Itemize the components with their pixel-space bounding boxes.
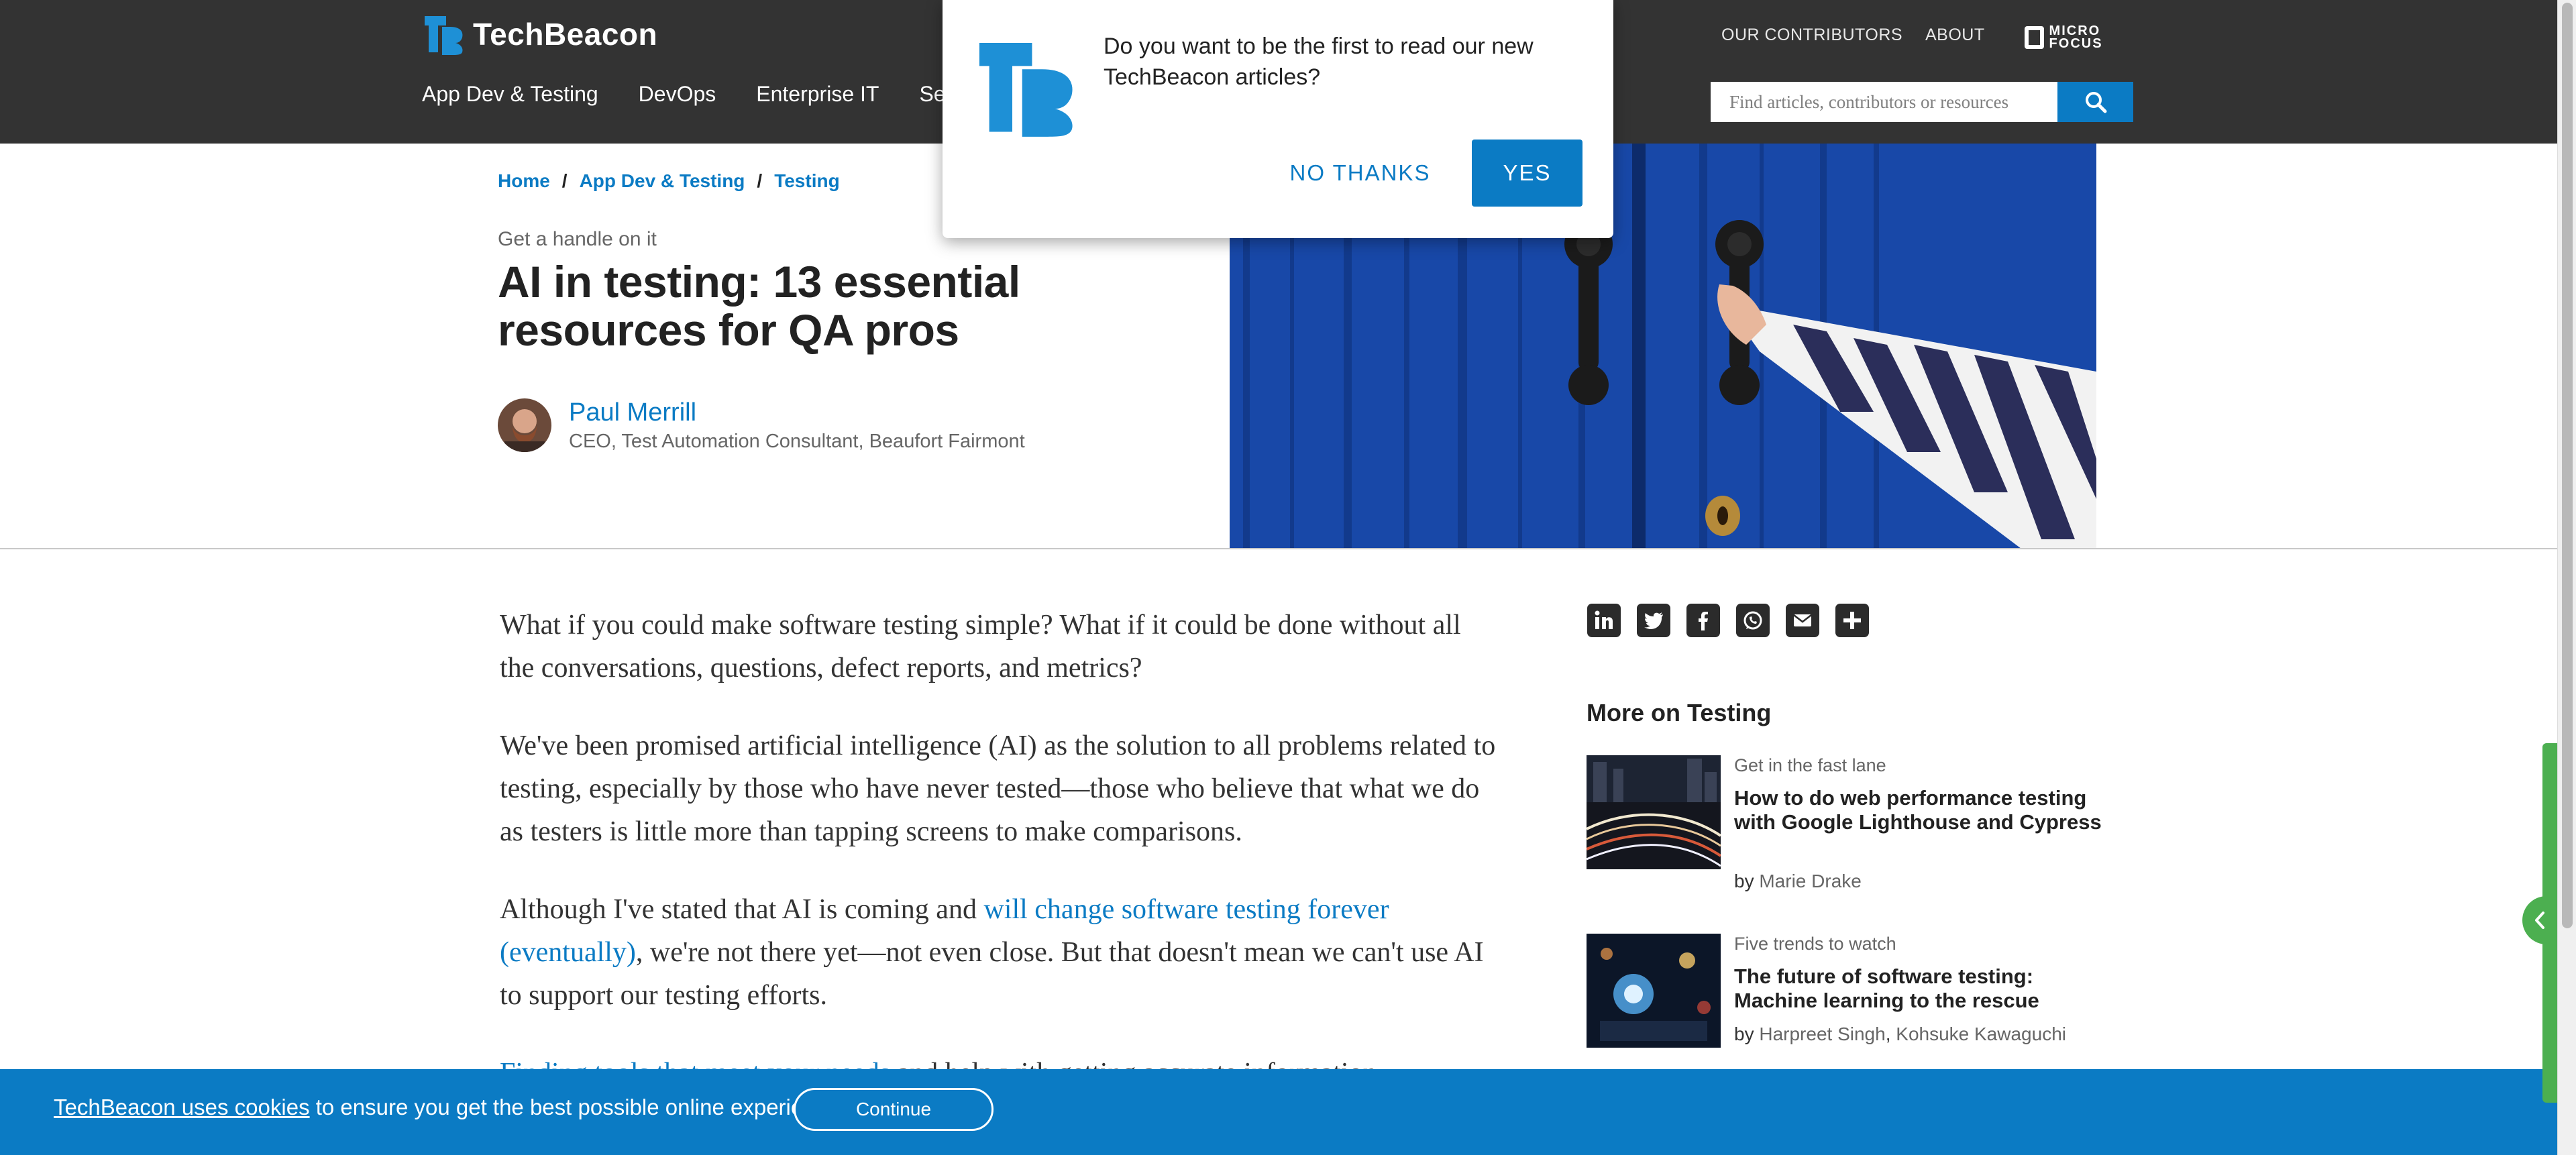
breadcrumb-separator: / — [561, 170, 568, 191]
search-button[interactable] — [2057, 82, 2133, 122]
linkedin-icon[interactable] — [1587, 604, 1621, 637]
twitter-icon[interactable] — [1637, 604, 1670, 637]
site-logo[interactable]: TechBeacon — [422, 12, 657, 56]
article-paragraph: What if you could make software testing … — [500, 610, 1461, 683]
breadcrumb-home[interactable]: Home — [498, 170, 550, 191]
author-title: CEO, Test Automation Consultant, Beaufor… — [569, 431, 1025, 452]
nav-item-app-dev[interactable]: App Dev & Testing — [422, 82, 598, 115]
article-kicker: Get a handle on it — [498, 228, 657, 250]
paragraph-text: Although I've stated that AI is coming a… — [500, 894, 984, 925]
micro-focus-logo[interactable]: MICRO FOCUS — [2025, 23, 2132, 52]
nav-item-enterprise-it[interactable]: Enterprise IT — [756, 82, 879, 115]
plus-icon[interactable] — [1835, 604, 1869, 637]
cookie-continue-button[interactable]: Continue — [794, 1088, 994, 1131]
top-nav-contributors[interactable]: OUR CONTRIBUTORS — [1721, 25, 1902, 45]
related-article-card[interactable]: Get in the fast lane How to do web perfo… — [1587, 755, 2110, 896]
breadcrumb: Home / App Dev & Testing / Testing — [498, 170, 840, 192]
email-icon[interactable] — [1786, 604, 1819, 637]
search-bar — [1711, 82, 2133, 122]
whatsapp-icon[interactable] — [1736, 604, 1770, 637]
article-body: What if you could make software testing … — [500, 604, 1499, 1130]
yes-button[interactable]: YES — [1472, 140, 1582, 207]
article-paragraph: Although I've stated that AI is coming a… — [500, 888, 1499, 1017]
top-nav-about[interactable]: ABOUT — [1925, 25, 1985, 45]
share-bar — [1587, 604, 1885, 637]
author-separator: , — [1885, 1024, 1896, 1044]
top-nav: OUR CONTRIBUTORS ABOUT — [1717, 25, 2557, 50]
card-title[interactable]: How to do web performance testing with G… — [1734, 786, 2110, 834]
breadcrumb-separator: / — [757, 170, 763, 191]
search-icon — [2085, 92, 2106, 113]
notification-popup: Do you want to be the first to read our … — [943, 0, 1613, 238]
techbeacon-logo-icon — [425, 16, 463, 55]
card-byline: by Marie Drake — [1734, 871, 1862, 892]
paragraph-text: , we're not there yet—not even close. Bu… — [500, 937, 1484, 1011]
popup-message: Do you want to be the first to read our … — [1104, 34, 1534, 90]
author-avatar[interactable] — [498, 398, 551, 452]
cookie-banner: TechBeacon uses cookies to ensure you ge… — [0, 1069, 2557, 1155]
article-paragraph: We've been promised artificial intellige… — [500, 730, 1496, 847]
facebook-icon[interactable] — [1686, 604, 1720, 637]
scrollbar[interactable] — [2557, 0, 2576, 1155]
hero-divider — [0, 548, 2557, 549]
card-kicker: Five trends to watch — [1734, 934, 1896, 954]
card-thumbnail[interactable] — [1587, 934, 1721, 1048]
card-author-link[interactable]: Harpreet Singh — [1759, 1024, 1885, 1044]
no-thanks-button[interactable]: NO THANKS — [1281, 140, 1439, 207]
card-kicker: Get in the fast lane — [1734, 755, 1886, 775]
breadcrumb-app-dev[interactable]: App Dev & Testing — [580, 170, 745, 191]
main-nav: App Dev & Testing DevOps Enterprise IT S… — [422, 82, 997, 115]
card-byline: by Harpreet Singh, Kohsuke Kawaguchi — [1734, 1024, 2066, 1045]
related-article-card[interactable]: Five trends to watch The future of softw… — [1587, 934, 2110, 1054]
cookie-policy-link[interactable]: TechBeacon uses cookies — [54, 1095, 310, 1119]
page-title: AI in testing: 13 essential resources fo… — [498, 257, 1020, 355]
chevron-left-icon — [2535, 912, 2544, 929]
card-thumbnail[interactable] — [1587, 755, 1721, 869]
scrollbar-thumb[interactable] — [2562, 3, 2573, 928]
card-title[interactable]: The future of software testing: Machine … — [1734, 965, 2110, 1013]
cookie-message: TechBeacon uses cookies to ensure you ge… — [54, 1095, 845, 1120]
card-author-link[interactable]: Marie Drake — [1759, 871, 1861, 891]
breadcrumb-testing[interactable]: Testing — [774, 170, 839, 191]
nav-item-devops[interactable]: DevOps — [639, 82, 716, 115]
micro-focus-mark-icon — [2025, 26, 2044, 49]
micro-focus-text: MICRO FOCUS — [2049, 23, 2103, 51]
cookie-message-text: to ensure you get the best possible onli… — [309, 1095, 845, 1119]
techbeacon-logo-icon — [979, 42, 1073, 137]
by-label: by — [1734, 871, 1754, 891]
search-input[interactable] — [1711, 82, 2057, 122]
more-on-testing-heading: More on Testing — [1587, 699, 1772, 726]
by-label: by — [1734, 1024, 1754, 1044]
side-panel-toggle[interactable] — [2522, 896, 2557, 944]
author-name-link[interactable]: Paul Merrill — [569, 398, 696, 427]
logo-text: TechBeacon — [473, 17, 658, 52]
card-author-link[interactable]: Kohsuke Kawaguchi — [1896, 1024, 2066, 1044]
